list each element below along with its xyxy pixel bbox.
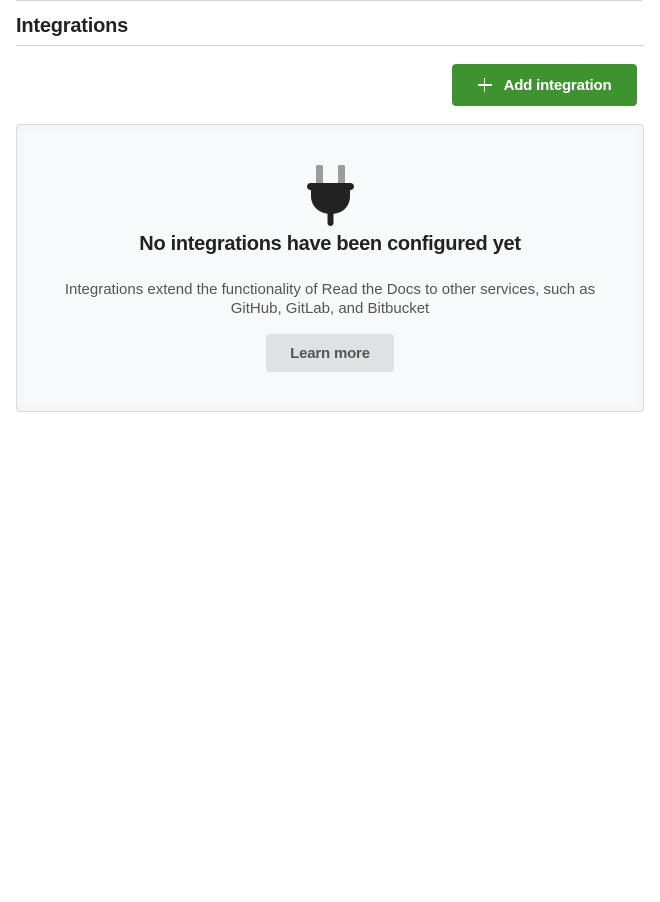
plug-icon bbox=[307, 165, 354, 226]
plus-icon bbox=[477, 78, 492, 92]
top-divider bbox=[16, 0, 642, 1]
page-title: Integrations bbox=[16, 15, 129, 37]
empty-state-card: No integrations have been configured yet… bbox=[16, 124, 644, 412]
integrations-page: Integrations Add integration No integrat… bbox=[0, 0, 660, 902]
add-integration-button[interactable]: Add integration bbox=[452, 64, 637, 106]
empty-state-heading: No integrations have been configured yet bbox=[139, 233, 521, 255]
learn-more-button[interactable]: Learn more bbox=[266, 334, 394, 372]
page-header: Integrations bbox=[16, 12, 644, 46]
add-integration-label: Add integration bbox=[503, 76, 612, 94]
empty-state-description: Integrations extend the functionality of… bbox=[64, 281, 596, 317]
